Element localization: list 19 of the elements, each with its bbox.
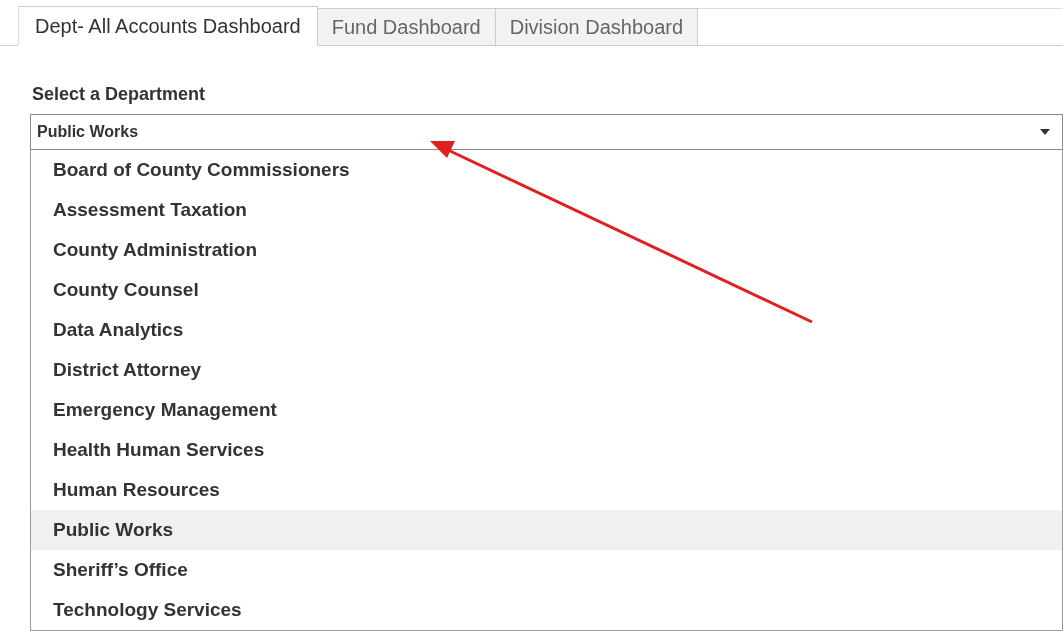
dropdown-value: Public Works xyxy=(37,123,139,141)
caret-icon xyxy=(1040,129,1050,135)
dashboard-tab[interactable]: Division Dashboard xyxy=(495,8,699,46)
dropdown-option[interactable]: District Attorney xyxy=(31,350,1062,390)
dropdown-option[interactable]: Board of County Commissioners xyxy=(31,150,1062,190)
dropdown-option[interactable]: Health Human Services xyxy=(31,430,1062,470)
dropdown-option[interactable]: Emergency Management xyxy=(31,390,1062,430)
dashboard-tab[interactable]: Dept- All Accounts Dashboard xyxy=(18,6,318,46)
dropdown-option[interactable]: County Counsel xyxy=(31,270,1062,310)
dropdown-option[interactable]: Public Works xyxy=(31,510,1062,550)
dropdown-option[interactable]: Human Resources xyxy=(31,470,1062,510)
department-dropdown[interactable]: Public Works xyxy=(30,114,1063,150)
dropdown-option[interactable]: Sheriff’s Office xyxy=(31,550,1062,590)
dropdown-option[interactable]: Data Analytics xyxy=(31,310,1062,350)
dropdown-option[interactable]: Technology Services xyxy=(31,590,1062,630)
filter-label: Select a Department xyxy=(32,84,207,105)
dropdown-option[interactable]: County Administration xyxy=(31,230,1062,270)
dropdown-option[interactable]: Assessment Taxation xyxy=(31,190,1062,230)
dashboard-tab[interactable]: Fund Dashboard xyxy=(317,8,496,46)
